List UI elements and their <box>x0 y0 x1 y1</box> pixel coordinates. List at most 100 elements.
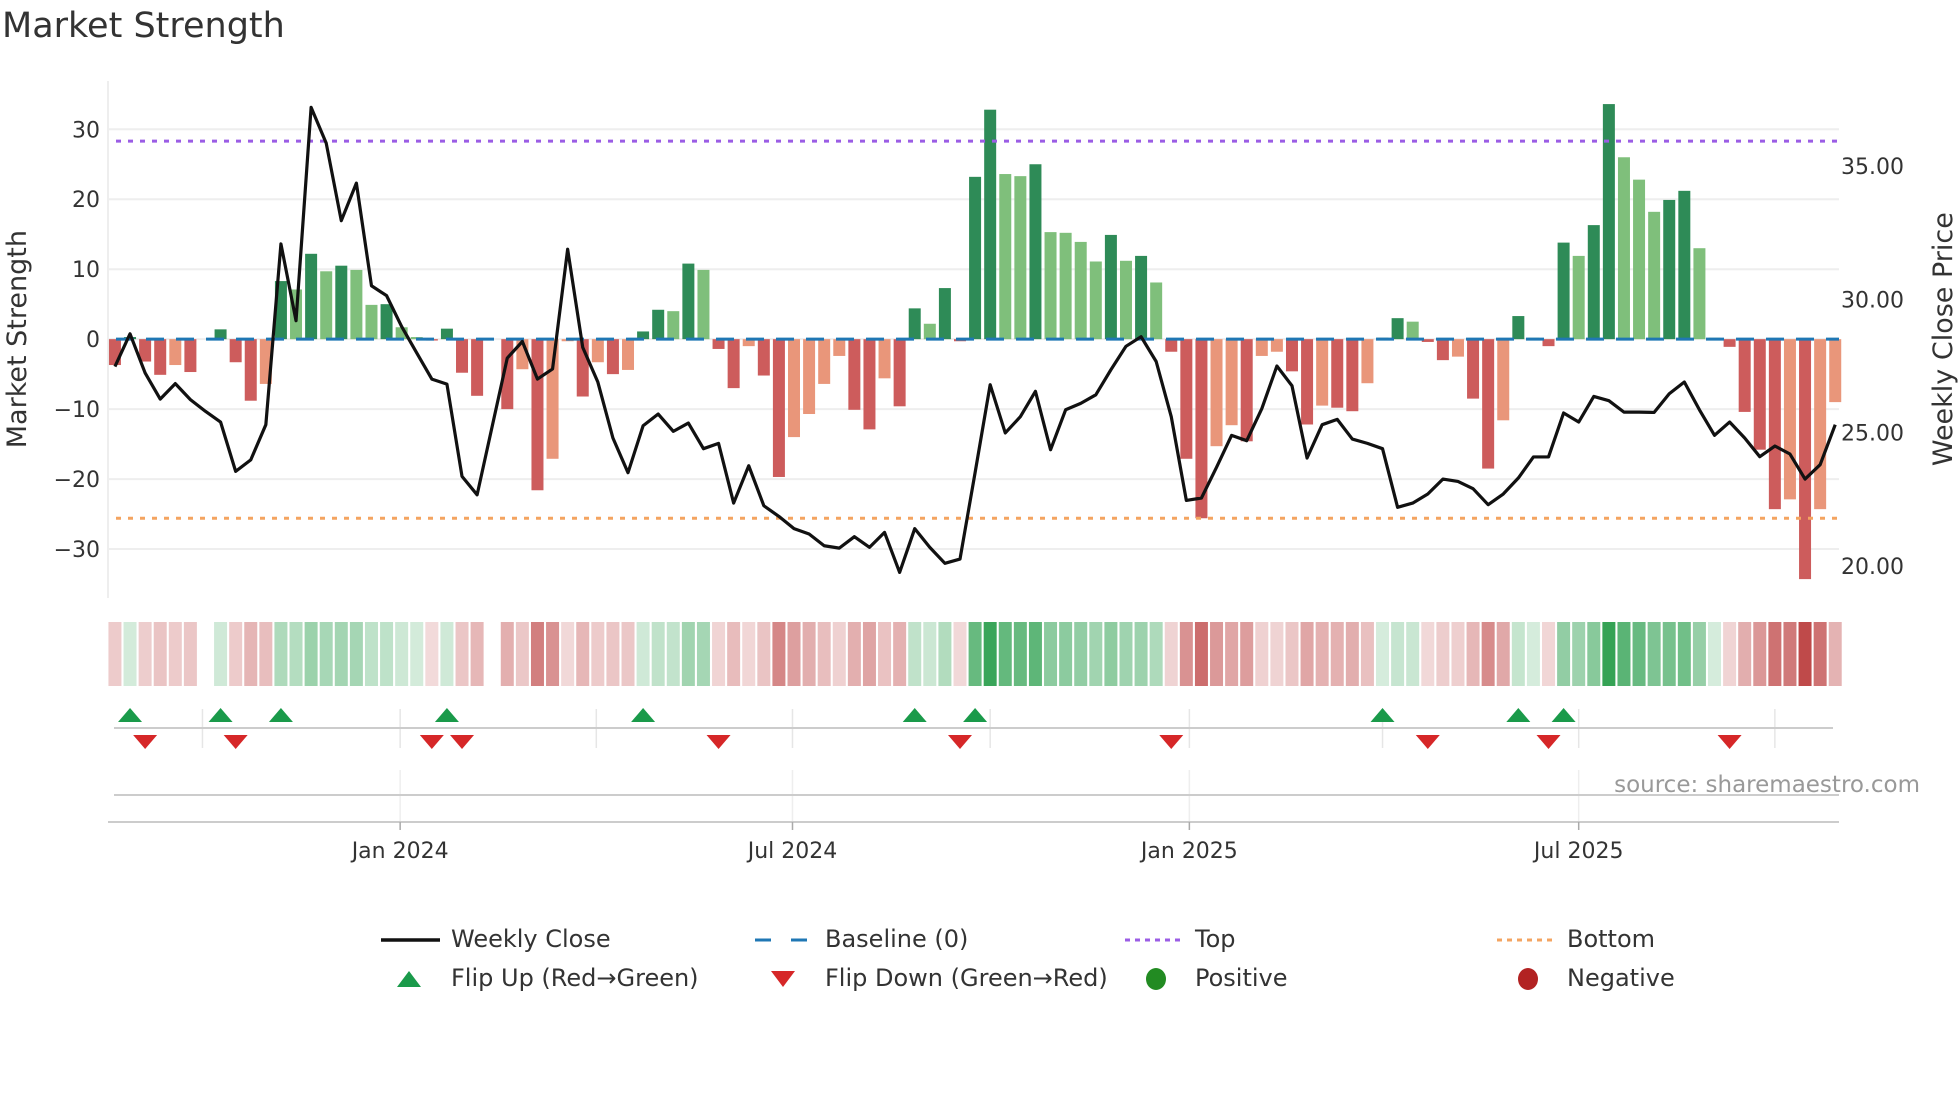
strength-bar <box>1497 339 1510 421</box>
heatmap-cell <box>1104 622 1118 686</box>
strength-bar <box>908 308 921 340</box>
heatmap-cell <box>817 622 831 686</box>
flip-down-marker <box>419 735 444 749</box>
strength-bar <box>606 339 619 375</box>
heatmap-cell <box>1768 622 1782 686</box>
strength-bar <box>305 253 318 340</box>
strength-bar <box>1587 225 1600 340</box>
strength-bar <box>471 339 484 396</box>
flip-down-marker <box>1536 735 1561 749</box>
y-tick-label: 30 <box>72 118 100 143</box>
heatmap-cell <box>1572 622 1586 686</box>
strength-bar <box>1089 261 1102 340</box>
flip-up-marker <box>268 708 293 722</box>
legend-label: Flip Up (Red→Green) <box>451 964 699 992</box>
heatmap-cell <box>530 622 544 686</box>
heatmap-cell <box>214 622 228 686</box>
strength-bar <box>682 263 695 340</box>
heatmap-cell <box>1013 622 1027 686</box>
heatmap-cell <box>1391 622 1405 686</box>
strength-bar <box>1165 339 1178 352</box>
heatmap-cell <box>1074 622 1088 686</box>
strength-bar <box>1451 339 1464 357</box>
strength-bar <box>1150 282 1163 340</box>
heatmap-cell <box>1753 622 1767 686</box>
strength-bar <box>1301 339 1314 425</box>
strength-bar <box>244 339 257 401</box>
flip-down-marker <box>706 735 731 749</box>
heatmap-cell <box>1451 622 1465 686</box>
heatmap-cell <box>1210 622 1224 686</box>
heatmap-cell <box>1602 622 1616 686</box>
heatmap-cell <box>1466 622 1480 686</box>
heatmap-cell <box>1798 622 1812 686</box>
legend-label: Positive <box>1195 964 1288 992</box>
heatmap-cell <box>953 622 967 686</box>
y-tick-label: 10 <box>72 258 100 283</box>
heatmap-cell <box>410 622 424 686</box>
heatmap-cell <box>1164 622 1178 686</box>
legend-label: Top <box>1195 925 1236 953</box>
legend-label: Baseline (0) <box>825 925 969 953</box>
heatmap-cell <box>349 622 363 686</box>
strength-bar <box>531 339 544 491</box>
flip-up-marker <box>118 708 143 722</box>
strength-bar <box>1572 255 1585 340</box>
heatmap-cell <box>893 622 907 686</box>
heatmap-cell <box>1330 622 1344 686</box>
strength-bar <box>984 109 997 340</box>
flip-down-marker <box>450 735 475 749</box>
strength-bar <box>833 339 846 356</box>
strength-bar <box>923 323 936 340</box>
heatmap-cell <box>772 622 786 686</box>
heatmap-cell <box>1677 622 1691 686</box>
strength-bar <box>1361 339 1374 384</box>
heatmap-cell <box>1723 622 1737 686</box>
y-axis-label: Market Strength <box>2 230 33 448</box>
heatmap-cell <box>500 622 514 686</box>
strength-bar <box>969 176 982 340</box>
heatmap-cell <box>787 622 801 686</box>
strength-bar <box>667 311 680 340</box>
heatmap-cell <box>1496 622 1510 686</box>
heatmap-cell <box>1617 622 1631 686</box>
heatmap-cell <box>1526 622 1540 686</box>
y2-axis-label: Weekly Close Price <box>1928 212 1959 466</box>
heatmap-cell <box>968 622 982 686</box>
heatmap-cell <box>1225 622 1239 686</box>
heatmap-cell <box>847 622 861 686</box>
heatmap-cell <box>561 622 575 686</box>
x-tick-label: Jul 2025 <box>1532 839 1624 864</box>
heatmap-cell <box>1059 622 1073 686</box>
heatmap-cell <box>395 622 409 686</box>
strength-bar <box>229 339 242 363</box>
y-tick-label: −10 <box>54 398 100 423</box>
heatmap-cell <box>908 622 922 686</box>
heatmap-cell <box>1481 622 1495 686</box>
heatmap-cell <box>591 622 605 686</box>
strength-bar <box>365 304 378 340</box>
heatmap-cell <box>515 622 529 686</box>
heatmap-cell <box>1285 622 1299 686</box>
heatmap-cell <box>1194 622 1208 686</box>
strength-bar <box>1482 339 1495 469</box>
y2-tick-label: 30.00 <box>1841 288 1904 313</box>
x-tick-label: Jan 2024 <box>350 839 449 864</box>
strength-bar <box>1119 260 1132 340</box>
heatmap-cell <box>1240 622 1254 686</box>
strength-bar <box>1225 339 1238 426</box>
heatmap-cell <box>319 622 333 686</box>
heatmap-cell <box>983 622 997 686</box>
strength-bar <box>1678 190 1691 340</box>
strength-bar <box>1180 339 1193 459</box>
flip-down-marker <box>223 735 248 749</box>
strength-bar <box>938 288 951 340</box>
y2-tick-label: 20.00 <box>1841 555 1904 580</box>
strength-bar <box>380 304 393 340</box>
strength-bar <box>1829 339 1842 403</box>
strength-bar <box>1135 255 1148 340</box>
flip-up-marker <box>434 708 459 722</box>
x-tick-label: Jul 2024 <box>746 839 838 864</box>
strength-bar <box>1210 339 1223 447</box>
strength-bar <box>1406 321 1419 340</box>
